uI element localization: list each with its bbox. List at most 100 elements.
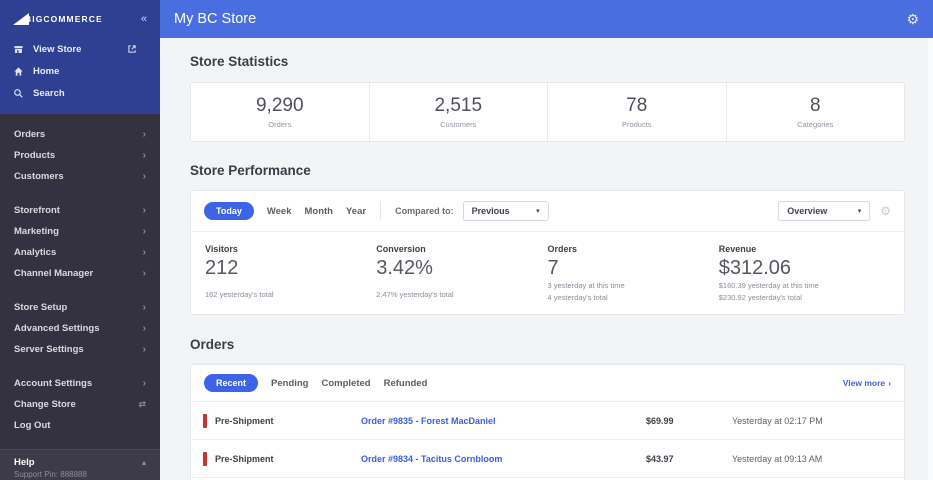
view-more-link[interactable]: View more › [843, 378, 891, 388]
nav-item-label: Account Settings [14, 378, 93, 389]
metric-value: 7 [547, 257, 559, 279]
sidebar-item-view-store[interactable]: View Store [0, 38, 160, 60]
support-pin: Support Pin: 888888 [14, 470, 87, 479]
compared-to-label: Compared to: [395, 206, 454, 216]
orders-tabs: Recent Pending Completed Refunded View m… [191, 365, 904, 401]
sidebar-item-channel-manager[interactable]: Channel Manager › [0, 263, 160, 284]
sidebar-item-storefront[interactable]: Storefront › [0, 200, 160, 221]
orders-tab-refunded[interactable]: Refunded [384, 378, 428, 389]
chevron-right-icon: › [142, 378, 146, 389]
status-text: Pre-Shipment [215, 453, 274, 464]
sidebar-item-label: Search [33, 87, 65, 99]
metric-subtext: $230.92 yesterday's total [718, 292, 802, 302]
chevron-right-icon: › [142, 226, 146, 237]
order-status: Pre-Shipment [203, 451, 361, 466]
range-tab-year[interactable]: Year [346, 206, 366, 217]
chevron-right-icon: › [142, 247, 146, 258]
stat-value: 2,515 [434, 95, 483, 116]
order-link[interactable]: Order #9834 - Tacitus Cornbloom [361, 454, 646, 464]
order-time: Yesterday at 09:13 AM [732, 453, 823, 464]
stat-label: Customers [440, 120, 477, 129]
range-tab-today[interactable]: Today [204, 202, 254, 220]
compare-select[interactable]: Previous ▾ [462, 201, 549, 221]
metric-revenue: Revenue $312.06 $160.39 yesterday at thi… [718, 244, 890, 302]
store-performance-heading: Store Performance [190, 163, 311, 178]
compare-select-value: Previous [471, 206, 510, 216]
nav-item-label: Channel Manager [14, 268, 94, 279]
settings-gear-icon[interactable]: ⚙ [906, 12, 919, 26]
bigcommerce-dashboard: BIGCOMMERCE « View Store Home Search Ord… [0, 0, 933, 480]
sidebar-item-server-settings[interactable]: Server Settings › [0, 339, 160, 360]
stat-products[interactable]: 78 Products [547, 83, 726, 141]
stat-value: 9,290 [255, 95, 304, 116]
chevron-right-icon: › [888, 378, 891, 388]
orders-card: Recent Pending Completed Refunded View m… [190, 364, 905, 480]
search-icon [13, 88, 24, 99]
sidebar-item-customers[interactable]: Customers › [0, 166, 160, 187]
nav-group-settings: Store Setup › Advanced Settings › Server… [0, 297, 160, 360]
metric-value: 3.42% [376, 257, 433, 279]
logo-row: BIGCOMMERCE « [0, 0, 160, 38]
range-tab-week[interactable]: Week [267, 206, 292, 217]
performance-gear-icon[interactable]: ⚙ [880, 205, 891, 217]
metric-label: Visitors [205, 244, 238, 254]
sidebar-item-store-setup[interactable]: Store Setup › [0, 297, 160, 318]
sidebar-top-section: BIGCOMMERCE « View Store Home Search [0, 0, 160, 114]
order-row[interactable]: Pre-Shipment Order #9835 - Forest MacDan… [191, 401, 904, 439]
stat-categories[interactable]: 8 Categories [725, 83, 905, 141]
metric-orders: Orders 7 3 yesterday at this time 4 yest… [547, 244, 719, 302]
dropdown-arrow-icon: ▾ [536, 208, 540, 215]
orders-tab-recent[interactable]: Recent [204, 374, 259, 392]
sidebar-item-label: View Store [33, 43, 82, 55]
sidebar-item-marketing[interactable]: Marketing › [0, 221, 160, 242]
chevron-right-icon: › [142, 150, 146, 161]
nav-item-label: Storefront [14, 205, 60, 216]
dropdown-arrow-icon: ▾ [857, 208, 862, 215]
store-performance-card: Today Week Month Year Compared to: Previ… [190, 190, 905, 315]
orders-tab-pending[interactable]: Pending [271, 378, 308, 389]
order-link[interactable]: Order #9835 - Forest MacDaniel [361, 416, 646, 426]
sidebar-item-account-settings[interactable]: Account Settings › [0, 373, 160, 394]
nav-item-label: Log Out [14, 420, 51, 431]
stat-label: Orders [268, 120, 292, 129]
metric-subtext: 4 yesterday's total [547, 292, 608, 302]
overview-select[interactable]: Overview ▾ [778, 201, 871, 221]
orders-tab-completed[interactable]: Completed [322, 378, 371, 389]
sidebar-item-search[interactable]: Search [0, 82, 160, 104]
order-time: Yesterday at 02:17 PM [732, 415, 823, 426]
order-row[interactable]: Pre-Shipment Order #9834 - Tacitus Cornb… [191, 439, 904, 477]
sidebar-item-orders[interactable]: Orders › [0, 124, 160, 145]
chevron-right-icon: › [142, 323, 146, 334]
metric-subtext: $160.39 yesterday at this time [718, 281, 819, 290]
nav-item-label: Server Settings [14, 344, 84, 355]
sidebar: BIGCOMMERCE « View Store Home Search Ord… [0, 0, 160, 480]
sidebar-item-products[interactable]: Products › [0, 145, 160, 166]
scrollbar-track[interactable] [928, 38, 933, 480]
metric-label: Revenue [718, 244, 757, 254]
stat-label: Products [621, 120, 652, 129]
stat-customers[interactable]: 2,515 Customers [368, 83, 548, 141]
sidebar-item-home[interactable]: Home [0, 60, 160, 82]
metric-conversion: Conversion 3.42% 2.47% yesterday's total [376, 244, 547, 301]
nav-item-label: Products [14, 150, 56, 161]
sidebar-item-advanced-settings[interactable]: Advanced Settings › [0, 318, 160, 339]
bigcommerce-logo[interactable]: BIGCOMMERCE [13, 13, 141, 25]
stat-value: 78 [626, 95, 648, 116]
view-more-label: View more [842, 378, 886, 388]
sidebar-item-analytics[interactable]: Analytics › [0, 242, 160, 263]
sidebar-collapse-icon[interactable]: « [141, 13, 147, 25]
help-toggle[interactable]: Help ▴ [14, 457, 146, 468]
range-tab-month[interactable]: Month [305, 206, 334, 217]
order-amount: $43.97 [646, 453, 674, 464]
stat-orders[interactable]: 9,290 Orders [191, 83, 369, 141]
stat-label: Categories [797, 120, 834, 129]
store-statistics-heading: Store Statistics [190, 54, 289, 69]
sidebar-item-change-store[interactable]: Change Store ⇄ [0, 394, 160, 415]
status-text: Pre-Shipment [215, 415, 274, 426]
chevron-right-icon: › [142, 205, 146, 216]
sidebar-item-log-out[interactable]: Log Out [0, 415, 160, 436]
nav-item-label: Orders [14, 129, 46, 140]
metric-subtext: 3 yesterday at this time [547, 281, 625, 290]
caret-up-icon: ▴ [141, 458, 146, 467]
nav-group-commerce: Orders › Products › Customers › [0, 124, 160, 187]
